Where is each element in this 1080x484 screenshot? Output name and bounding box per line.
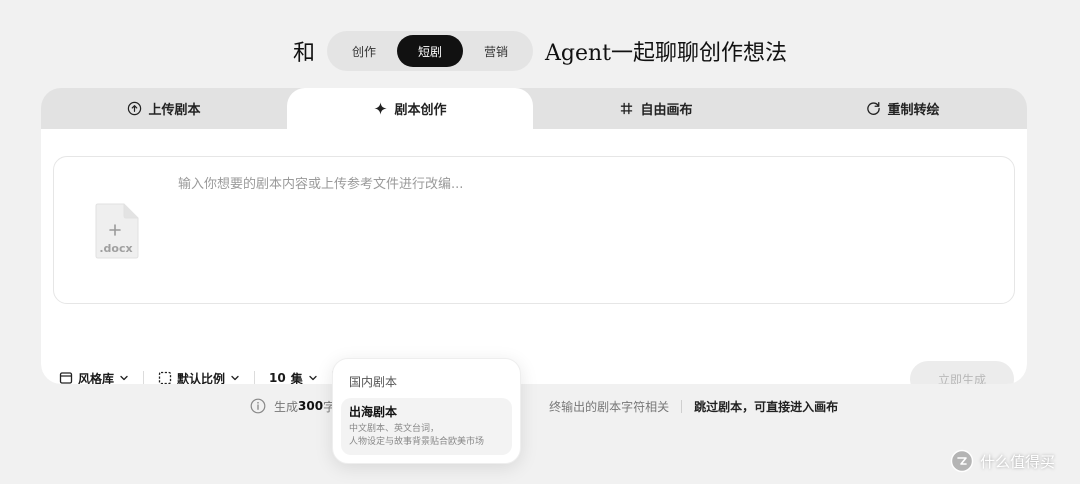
prompt-placeholder: 输入你想要的剧本内容或上传参考文件进行改编...	[178, 177, 464, 192]
tab-free-canvas-label: 自由画布	[640, 103, 693, 118]
footer-prefix: 生成	[274, 399, 299, 414]
aspect-ratio-dropdown[interactable]: 默认比例	[154, 361, 244, 384]
watermark-text: 什么值得买	[980, 452, 1056, 471]
upload-circle-icon	[127, 101, 142, 116]
headline: 和 创作 短剧 营销 Agent一起聊聊创作想法	[0, 30, 1080, 72]
aspect-ratio-label: 默认比例	[177, 371, 226, 385]
mode-switch: 创作 短剧 营销	[327, 31, 533, 71]
tab-script-creation-label: 剧本创作	[394, 103, 447, 118]
docx-upload-icon[interactable]: .docx	[94, 202, 140, 260]
card-body: 输入你想要的剧本内容或上传参考文件进行改编... .docx 风格库 默认比例	[41, 129, 1027, 384]
tab-upload-script[interactable]: 上传剧本	[41, 88, 287, 129]
style-library-label: 风格库	[78, 371, 115, 385]
footer-divider	[681, 399, 683, 413]
footer-count: 300	[298, 399, 324, 413]
mode-short-drama-button[interactable]: 短剧	[397, 35, 463, 67]
hash-icon	[619, 101, 634, 116]
menu-item-overseas-script[interactable]: 出海剧本 中文剧本、英文台词， 人物设定与故事背景贴合欧美市场	[341, 398, 512, 455]
tab-remake-redraw[interactable]: 重制转绘	[779, 88, 1027, 129]
episodes-unit: 集	[290, 371, 303, 385]
menu-item-desc-line: 中文剧本、英文台词，	[349, 424, 440, 434]
chevron-down-icon	[120, 375, 128, 381]
docx-label: .docx	[99, 242, 132, 255]
tab-free-canvas[interactable]: 自由画布	[533, 88, 779, 129]
tab-upload-script-label: 上传剧本	[148, 103, 201, 118]
toolbar-divider	[254, 371, 256, 384]
info-icon	[250, 398, 266, 414]
menu-item-desc-line: 人物设定与故事背景贴合欧美市场	[349, 437, 485, 447]
script-card: 上传剧本 剧本创作 自由画布 重制转绘 输入你想要的剧本内容或上传参考文件进行改…	[41, 88, 1027, 384]
menu-item-description: 中文剧本、英文台词， 人物设定与故事背景贴合欧美市场	[349, 423, 504, 449]
footer-middle-text: 终输出的剧本字符相关	[549, 399, 670, 414]
style-library-icon	[59, 372, 73, 384]
menu-item-title: 出海剧本	[349, 405, 398, 419]
mode-marketing-button[interactable]: 营销	[463, 35, 529, 67]
chevron-down-icon	[309, 375, 317, 381]
chevron-down-icon	[231, 375, 239, 381]
generate-button[interactable]: 立即生成	[910, 361, 1014, 384]
sparkle-icon	[373, 101, 388, 116]
headline-prefix: 和	[292, 41, 315, 66]
toolbar-divider	[143, 371, 145, 384]
menu-item-title: 国内剧本	[349, 375, 398, 389]
aspect-ratio-icon	[158, 371, 172, 384]
menu-item-domestic-script[interactable]: 国内剧本	[341, 367, 512, 396]
smzdm-logo-icon	[950, 449, 974, 473]
episodes-dropdown[interactable]: 10 集	[265, 361, 322, 384]
mode-create-button[interactable]: 创作	[331, 35, 397, 67]
episodes-count: 10	[269, 371, 286, 384]
prompt-input[interactable]: 输入你想要的剧本内容或上传参考文件进行改编... .docx	[53, 156, 1015, 304]
headline-suffix: Agent一起聊聊创作想法	[545, 41, 788, 66]
style-library-dropdown[interactable]: 风格库	[55, 361, 133, 384]
refresh-icon	[866, 101, 881, 116]
tab-script-creation[interactable]: 剧本创作	[287, 88, 533, 129]
script-type-menu: 国内剧本 出海剧本 中文剧本、英文台词， 人物设定与故事背景贴合欧美市场	[332, 358, 521, 464]
skip-script-link[interactable]: 跳过剧本，可直接进入画布	[694, 398, 838, 415]
watermark: 什么值得买	[950, 448, 1055, 474]
tab-remake-redraw-label: 重制转绘	[887, 103, 940, 118]
